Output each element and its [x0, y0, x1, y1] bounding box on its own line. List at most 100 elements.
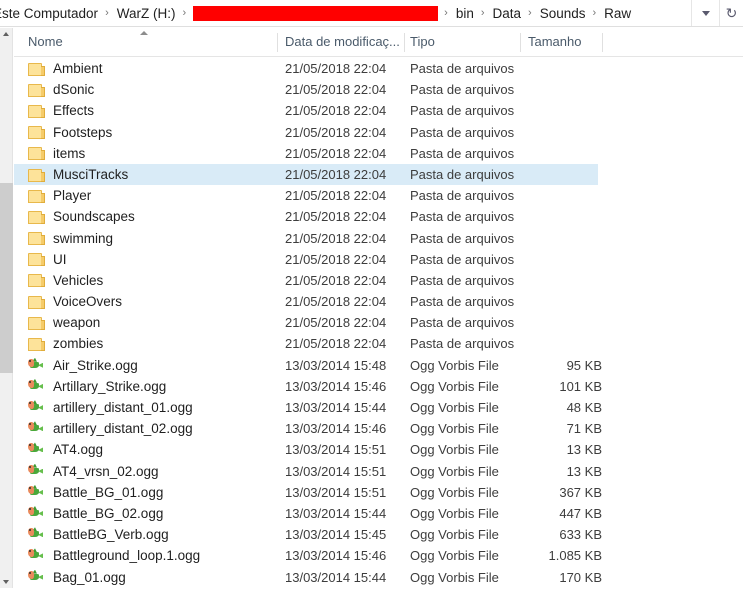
column-divider[interactable]	[404, 33, 405, 52]
previous-locations-dropdown-button[interactable]	[691, 0, 719, 26]
cell-type: Pasta de arquivos	[410, 124, 515, 140]
scroll-up-arrow-icon[interactable]	[3, 32, 9, 36]
file-row[interactable]: artillery_distant_02.ogg 13/03/2014 15:46…	[14, 418, 743, 439]
cell-date-modified: 13/03/2014 15:51	[285, 484, 387, 500]
address-bar[interactable]: Este Computador › WarZ (H:) › › bin › Data › Soun…	[0, 0, 743, 27]
cell-size: 170 KB	[559, 569, 602, 585]
folder-row[interactable]: MusciTracks 21/05/2018 22:04 Pasta de arqu…	[14, 163, 743, 186]
breadcrumb-item-redacted[interactable]	[193, 5, 439, 21]
cell-name[interactable]: items	[28, 143, 85, 164]
cell-size	[514, 312, 602, 333]
folder-row[interactable]: UI 21/05/2018 22:04 Pasta de arquivos	[14, 249, 743, 270]
file-row[interactable]: BattleBG_Verb.ogg 13/03/2014 15:45 Ogg Vor…	[14, 524, 743, 545]
cell-name[interactable]: AT4.ogg	[28, 439, 103, 460]
cell-name[interactable]: Player	[28, 185, 91, 206]
cell-name[interactable]: weapon	[28, 312, 100, 333]
file-name-label: dSonic	[53, 82, 95, 98]
cell-size: 71 KB	[566, 421, 602, 437]
breadcrumb-item[interactable]: bin	[454, 0, 476, 27]
folder-row[interactable]: Player 21/05/2018 22:04 Pasta de arquivos	[14, 185, 743, 206]
cell-name[interactable]: BattleBG_Verb.ogg	[28, 524, 169, 545]
file-row[interactable]: Battle_BG_02.ogg 13/03/2014 15:44 Ogg Vorb…	[14, 503, 743, 524]
column-divider[interactable]	[277, 33, 278, 52]
file-row[interactable]: Bag_01.ogg 13/03/2014 15:44 Ogg Vorbis Fil…	[14, 567, 743, 588]
cell-name[interactable]: zombies	[28, 333, 103, 354]
breadcrumb-separator: ›	[592, 6, 597, 19]
file-row[interactable]: Air_Strike.ogg 13/03/2014 15:48 Ogg Vorbis…	[14, 355, 743, 376]
file-row[interactable]: Battleground_loop.1.ogg 13/03/2014 15:46 O…	[14, 545, 743, 566]
cell-type: Ogg Vorbis File	[410, 484, 499, 500]
cell-size	[514, 58, 602, 79]
cell-name[interactable]: Soundscapes	[28, 206, 135, 227]
cell-name[interactable]: Air_Strike.ogg	[28, 355, 138, 376]
cell-date-modified: 21/05/2018 22:04	[285, 272, 387, 288]
column-header-type[interactable]: Tipo	[410, 28, 510, 56]
cell-type: Pasta de arquivos	[410, 230, 515, 246]
cell-name[interactable]: AT4_vrsn_02.ogg	[28, 461, 159, 482]
cell-name[interactable]: dSonic	[28, 79, 94, 100]
cell-name[interactable]: swimming	[28, 228, 113, 249]
folder-row[interactable]: Soundscapes 21/05/2018 22:04 Pasta de arqu…	[14, 206, 743, 227]
column-header-size[interactable]: Tamanho	[528, 28, 608, 56]
column-divider[interactable]	[520, 33, 521, 52]
cell-name[interactable]: Battleground_loop.1.ogg	[28, 545, 200, 566]
cell-name[interactable]: Battle_BG_02.ogg	[28, 503, 163, 524]
cell-type: Pasta de arquivos	[410, 82, 515, 98]
file-list[interactable]: Ambient 21/05/2018 22:04 Pasta de arquivos…	[14, 58, 743, 588]
file-name-label: Battle_BG_01.ogg	[53, 484, 164, 500]
refresh-button[interactable]: ↻	[719, 0, 743, 26]
cell-type: Pasta de arquivos	[410, 272, 515, 288]
cell-type: Pasta de arquivos	[410, 315, 515, 331]
breadcrumb[interactable]: Este Computador › WarZ (H:) › › bin › Data › Soun…	[0, 0, 691, 27]
folder-row[interactable]: Vehicles 21/05/2018 22:04 Pasta de arquivo…	[14, 270, 743, 291]
cell-type: Ogg Vorbis File	[410, 357, 499, 373]
cell-name[interactable]: Effects	[28, 100, 94, 121]
vertical-scrollbar[interactable]	[0, 28, 13, 588]
file-row[interactable]: Artillary_Strike.ogg 13/03/2014 15:46 Ogg …	[14, 376, 743, 397]
breadcrumb-item[interactable]: Raw	[602, 0, 633, 27]
folder-row[interactable]: items 21/05/2018 22:04 Pasta de arquivos	[14, 143, 743, 164]
cell-name[interactable]: Footsteps	[28, 122, 112, 143]
scrollbar-thumb[interactable]	[0, 183, 13, 373]
column-divider[interactable]	[602, 33, 603, 52]
cell-type: Ogg Vorbis File	[410, 463, 499, 479]
cell-name[interactable]: artillery_distant_02.ogg	[28, 418, 193, 439]
folder-row[interactable]: Ambient 21/05/2018 22:04 Pasta de arquivos	[14, 58, 743, 79]
breadcrumb-item[interactable]: Data	[491, 0, 524, 27]
cell-name[interactable]: Artillary_Strike.ogg	[28, 376, 166, 397]
file-row[interactable]: AT4_vrsn_02.ogg 13/03/2014 15:51 Ogg Vorbi…	[14, 461, 743, 482]
column-header-name[interactable]: Nome	[28, 28, 138, 56]
folder-row[interactable]: dSonic 21/05/2018 22:04 Pasta de arquivos	[14, 79, 743, 100]
cell-date-modified: 21/05/2018 22:04	[285, 103, 387, 119]
cell-name[interactable]: Bag_01.ogg	[28, 567, 126, 588]
cell-date-modified: 13/03/2014 15:48	[285, 357, 387, 373]
cell-name[interactable]: artillery_distant_01.ogg	[28, 397, 193, 418]
file-row[interactable]: Battle_BG_01.ogg 13/03/2014 15:51 Ogg Vorb…	[14, 482, 743, 503]
cell-date-modified: 21/05/2018 22:04	[285, 82, 387, 98]
folder-row[interactable]: weapon 21/05/2018 22:04 Pasta de arquivos	[14, 312, 743, 333]
column-header-date-modified[interactable]: Data de modificaç...	[285, 28, 405, 56]
file-name-label: weapon	[53, 315, 101, 331]
file-row[interactable]: AT4.ogg 13/03/2014 15:51 Ogg Vorbis File 13…	[14, 439, 743, 460]
folder-row[interactable]: swimming 21/05/2018 22:04 Pasta de arquivo…	[14, 228, 743, 249]
cell-type: Ogg Vorbis File	[410, 442, 499, 458]
cell-type: Pasta de arquivos	[410, 103, 515, 119]
folder-row[interactable]: Effects 21/05/2018 22:04 Pasta de arquivos	[14, 100, 743, 121]
scroll-down-arrow-icon[interactable]	[3, 580, 9, 584]
file-name-label: Effects	[53, 103, 95, 119]
breadcrumb-item[interactable]: WarZ (H:)	[115, 0, 178, 27]
cell-name[interactable]: Battle_BG_01.ogg	[28, 482, 163, 503]
cell-size: 633 KB	[559, 527, 602, 543]
breadcrumb-item[interactable]: Sounds	[538, 0, 588, 27]
folder-row[interactable]: Footsteps 21/05/2018 22:04 Pasta de arquiv…	[14, 122, 743, 143]
cell-name[interactable]: MusciTracks	[28, 164, 128, 185]
cell-name[interactable]: UI	[28, 249, 67, 270]
folder-row[interactable]: VoiceOvers 21/05/2018 22:04 Pasta de arqui…	[14, 291, 743, 312]
cell-name[interactable]: Ambient	[28, 58, 103, 79]
breadcrumb-item[interactable]: Este Computador	[0, 0, 100, 27]
file-row[interactable]: artillery_distant_01.ogg 13/03/2014 15:44…	[14, 397, 743, 418]
cell-name[interactable]: VoiceOvers	[28, 291, 122, 312]
cell-name[interactable]: Vehicles	[28, 270, 103, 291]
folder-row[interactable]: zombies 21/05/2018 22:04 Pasta de arquivos	[14, 333, 743, 354]
file-name-label: MusciTracks	[53, 166, 129, 182]
